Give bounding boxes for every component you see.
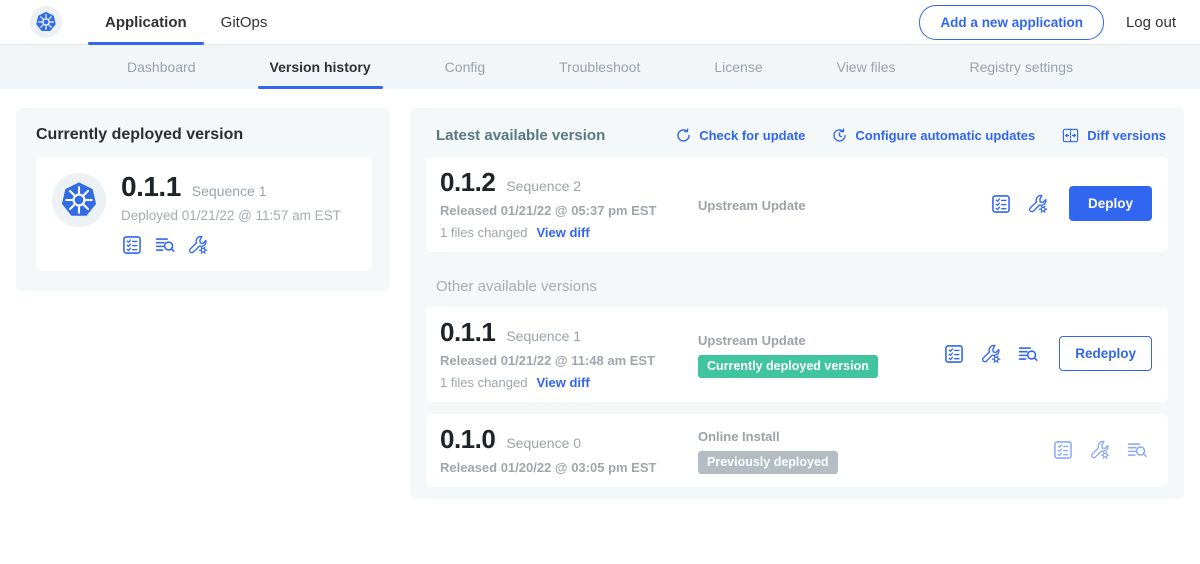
subnav-label-registry-settings: Registry settings bbox=[970, 59, 1073, 75]
panel-actions: Check for update Configure automatic upd… bbox=[675, 126, 1166, 145]
preflight-checks-icon[interactable] bbox=[121, 234, 143, 256]
subnav-item-version-history[interactable]: Version history bbox=[262, 45, 379, 89]
redeploy-button[interactable]: Redeploy bbox=[1059, 336, 1152, 371]
currently-deployed-badge: Currently deployed version bbox=[698, 355, 878, 378]
deploy-logs-icon[interactable] bbox=[154, 234, 176, 256]
deploy-logs-icon[interactable] bbox=[1126, 439, 1148, 461]
tab-application[interactable]: Application bbox=[88, 0, 204, 44]
preflight-checks-icon[interactable] bbox=[990, 193, 1012, 215]
other-versions-title: Other available versions bbox=[436, 278, 1166, 295]
version-info: 0.1.2 Sequence 2 Released 01/21/22 @ 05:… bbox=[440, 167, 688, 240]
automatic-updates-icon bbox=[831, 127, 848, 144]
logout-link[interactable]: Log out bbox=[1126, 14, 1176, 31]
deployed-version-info: 0.1.1 Sequence 1 Deployed 01/21/22 @ 11:… bbox=[121, 171, 341, 256]
preflight-checks-icon[interactable] bbox=[943, 343, 965, 365]
version-source: Upstream Update Currently deployed versi… bbox=[688, 329, 943, 378]
files-changed: 1 files changed bbox=[440, 375, 527, 390]
kubernetes-app-icon bbox=[58, 179, 100, 221]
edit-config-icon[interactable] bbox=[980, 343, 1002, 365]
kubernetes-logo-icon bbox=[34, 10, 58, 34]
version-source: Upstream Update bbox=[688, 194, 990, 213]
preflight-checks-icon[interactable] bbox=[1052, 439, 1074, 461]
subnav-item-config[interactable]: Config bbox=[437, 45, 493, 89]
subnav-item-view-files[interactable]: View files bbox=[829, 45, 904, 89]
latest-version-title: Latest available version bbox=[436, 127, 605, 144]
main-content: Currently deployed version 0.1.1 Sequenc… bbox=[0, 89, 1200, 499]
check-update-icon bbox=[675, 127, 692, 144]
version-source: Online Install Previously deployed bbox=[688, 425, 1052, 474]
check-for-update-label: Check for update bbox=[699, 128, 805, 143]
edit-config-icon[interactable] bbox=[1089, 439, 1111, 461]
subnav-item-license[interactable]: License bbox=[706, 45, 770, 89]
app-header: Application GitOps Add a new application… bbox=[0, 0, 1200, 45]
deploy-logs-icon[interactable] bbox=[1017, 343, 1039, 365]
files-changed: 1 files changed bbox=[440, 225, 527, 240]
version-row-0-1-2: 0.1.2 Sequence 2 Released 01/21/22 @ 05:… bbox=[426, 157, 1168, 252]
currently-deployed-title: Currently deployed version bbox=[36, 126, 372, 144]
version-info: 0.1.0 Sequence 0 Released 01/20/22 @ 03:… bbox=[440, 424, 688, 475]
edit-config-icon[interactable] bbox=[1027, 193, 1049, 215]
check-for-update-link[interactable]: Check for update bbox=[675, 127, 805, 144]
header-right: Add a new application Log out bbox=[919, 0, 1176, 44]
app-icon-badge bbox=[52, 173, 106, 227]
version-actions: Deploy bbox=[990, 186, 1152, 221]
diff-versions-icon bbox=[1061, 126, 1080, 145]
version-number: 0.1.1 bbox=[440, 317, 495, 348]
view-diff-link[interactable]: View diff bbox=[536, 225, 589, 240]
configure-automatic-updates-label: Configure automatic updates bbox=[855, 128, 1035, 143]
view-diff-link[interactable]: View diff bbox=[536, 375, 589, 390]
subnav-label-dashboard: Dashboard bbox=[127, 59, 196, 75]
deployed-sequence: Sequence 1 bbox=[192, 183, 267, 199]
subnav-label-troubleshoot: Troubleshoot bbox=[559, 59, 640, 75]
subnav-label-version-history: Version history bbox=[270, 59, 371, 75]
version-source-label: Upstream Update bbox=[698, 198, 982, 213]
version-actions: Redeploy bbox=[943, 336, 1152, 371]
version-info: 0.1.1 Sequence 1 Released 01/21/22 @ 11:… bbox=[440, 317, 688, 390]
tab-gitops-label: GitOps bbox=[221, 14, 268, 31]
version-released: Released 01/20/22 @ 03:05 pm EST bbox=[440, 460, 688, 475]
version-sequence: Sequence 0 bbox=[506, 435, 581, 451]
subnav-label-license: License bbox=[714, 59, 762, 75]
version-actions bbox=[1052, 439, 1152, 461]
version-number: 0.1.2 bbox=[440, 167, 495, 198]
deployed-version-number: 0.1.1 bbox=[121, 171, 181, 203]
version-row-0-1-0: 0.1.0 Sequence 0 Released 01/20/22 @ 03:… bbox=[426, 414, 1168, 487]
version-source-label: Upstream Update bbox=[698, 333, 935, 348]
subnav-item-dashboard[interactable]: Dashboard bbox=[119, 45, 204, 89]
previously-deployed-badge: Previously deployed bbox=[698, 451, 838, 474]
diff-versions-label: Diff versions bbox=[1087, 128, 1166, 143]
configure-automatic-updates-link[interactable]: Configure automatic updates bbox=[831, 127, 1035, 144]
versions-panel-header: Latest available version Check for updat… bbox=[426, 124, 1168, 145]
deploy-button[interactable]: Deploy bbox=[1069, 186, 1152, 221]
edit-config-icon[interactable] bbox=[187, 234, 209, 256]
version-sequence: Sequence 1 bbox=[506, 328, 581, 344]
deployed-version-actions bbox=[121, 234, 341, 256]
versions-panel: Latest available version Check for updat… bbox=[410, 108, 1184, 499]
app-subnav: Dashboard Version history Config Trouble… bbox=[0, 45, 1200, 89]
version-number: 0.1.0 bbox=[440, 424, 495, 455]
diff-versions-link[interactable]: Diff versions bbox=[1061, 126, 1166, 145]
subnav-label-config: Config bbox=[445, 59, 485, 75]
deployed-version-card: 0.1.1 Sequence 1 Deployed 01/21/22 @ 11:… bbox=[36, 157, 372, 271]
subnav-item-registry-settings[interactable]: Registry settings bbox=[962, 45, 1081, 89]
kubernetes-logo bbox=[30, 6, 62, 38]
version-released: Released 01/21/22 @ 05:37 pm EST bbox=[440, 203, 688, 218]
version-row-0-1-1: 0.1.1 Sequence 1 Released 01/21/22 @ 11:… bbox=[426, 307, 1168, 402]
version-source-label: Online Install bbox=[698, 429, 1044, 444]
add-application-button[interactable]: Add a new application bbox=[919, 5, 1104, 40]
version-sequence: Sequence 2 bbox=[506, 178, 581, 194]
currently-deployed-card: Currently deployed version 0.1.1 Sequenc… bbox=[16, 108, 390, 291]
tab-gitops[interactable]: GitOps bbox=[204, 0, 285, 44]
subnav-item-troubleshoot[interactable]: Troubleshoot bbox=[551, 45, 648, 89]
tab-application-label: Application bbox=[105, 14, 187, 31]
version-released: Released 01/21/22 @ 11:48 am EST bbox=[440, 353, 688, 368]
deployed-timestamp: Deployed 01/21/22 @ 11:57 am EST bbox=[121, 208, 341, 223]
kots-admin-console: Application GitOps Add a new application… bbox=[0, 0, 1200, 564]
subnav-label-view-files: View files bbox=[837, 59, 896, 75]
